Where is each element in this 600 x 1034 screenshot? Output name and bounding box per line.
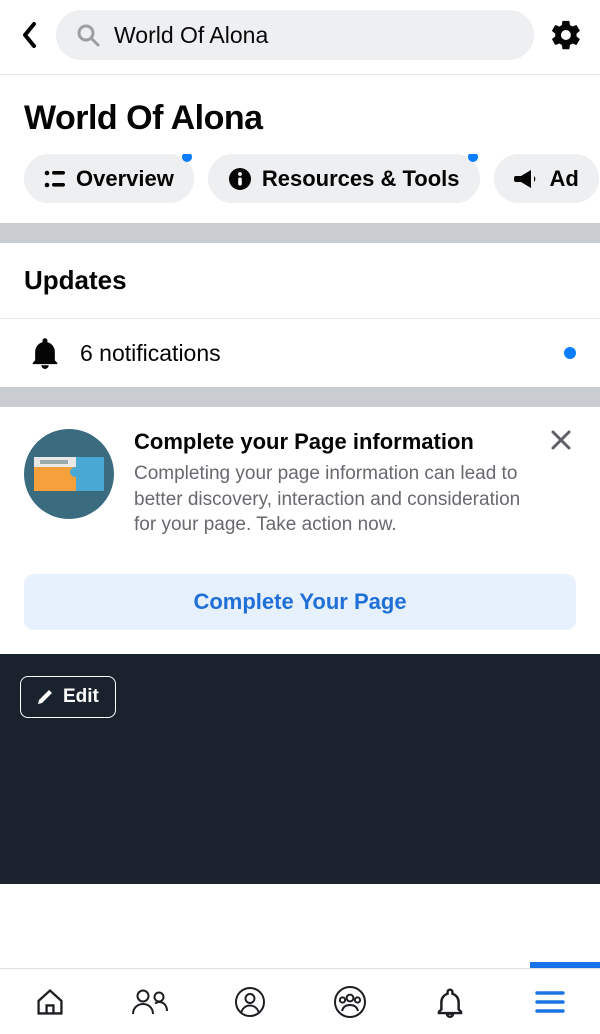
nav-menu[interactable] xyxy=(500,969,600,1034)
notifications-row[interactable]: 6 notifications xyxy=(0,318,600,387)
cover-photo-area: Edit xyxy=(0,654,600,884)
updates-heading: Updates xyxy=(24,265,576,296)
card-description: Completing your page information can lea… xyxy=(134,461,530,538)
settings-button[interactable] xyxy=(548,18,584,52)
search-icon xyxy=(76,23,100,47)
nav-friends[interactable] xyxy=(100,969,200,1034)
complete-page-button[interactable]: Complete Your Page xyxy=(24,574,576,630)
edit-cover-button[interactable]: Edit xyxy=(20,676,116,718)
bell-icon xyxy=(30,337,60,369)
edit-label: Edit xyxy=(63,686,99,708)
tab-ad[interactable]: Ad xyxy=(494,154,599,203)
profile-icon xyxy=(234,986,266,1018)
pencil-icon xyxy=(37,688,54,705)
section-divider xyxy=(0,223,600,243)
page-title: World Of Alona xyxy=(24,99,576,138)
list-icon xyxy=(44,170,66,188)
gear-icon xyxy=(549,18,583,52)
nav-profile[interactable] xyxy=(200,969,300,1034)
close-icon xyxy=(550,429,572,451)
nav-groups[interactable] xyxy=(300,969,400,1034)
groups-icon xyxy=(333,985,367,1019)
unread-dot xyxy=(564,347,576,359)
tab-label: Resources & Tools xyxy=(262,166,460,192)
back-button[interactable] xyxy=(16,22,42,48)
home-icon xyxy=(34,986,66,1018)
search-value: World Of Alona xyxy=(114,22,268,49)
tab-overview[interactable]: Overview xyxy=(24,154,194,203)
tab-label: Ad xyxy=(550,166,579,192)
search-field[interactable]: World Of Alona xyxy=(56,10,534,60)
info-icon xyxy=(228,167,252,191)
badge-dot xyxy=(468,154,478,162)
bottom-nav xyxy=(0,968,600,1034)
header-bar: World Of Alona xyxy=(0,0,600,75)
card-title: Complete your Page information xyxy=(134,429,530,455)
friends-icon xyxy=(130,987,170,1017)
tab-bar: Overview Resources & Tools Ad xyxy=(0,154,600,223)
notifications-label: 6 notifications xyxy=(80,340,544,367)
cta-label: Complete Your Page xyxy=(193,589,406,615)
dismiss-button[interactable] xyxy=(550,429,576,455)
nav-home[interactable] xyxy=(0,969,100,1034)
tab-resources-tools[interactable]: Resources & Tools xyxy=(208,154,480,203)
complete-page-card: Complete your Page information Completin… xyxy=(0,407,600,560)
bell-outline-icon xyxy=(435,986,465,1018)
bullhorn-icon xyxy=(514,168,540,190)
page-title-wrapper: World Of Alona xyxy=(0,75,600,154)
nav-notifications[interactable] xyxy=(400,969,500,1034)
menu-icon xyxy=(535,991,565,1013)
puzzle-icon xyxy=(24,429,114,519)
badge-dot xyxy=(182,154,192,162)
chevron-left-icon xyxy=(22,22,37,48)
updates-header: Updates xyxy=(0,243,600,318)
tab-label: Overview xyxy=(76,166,174,192)
section-divider xyxy=(0,387,600,407)
